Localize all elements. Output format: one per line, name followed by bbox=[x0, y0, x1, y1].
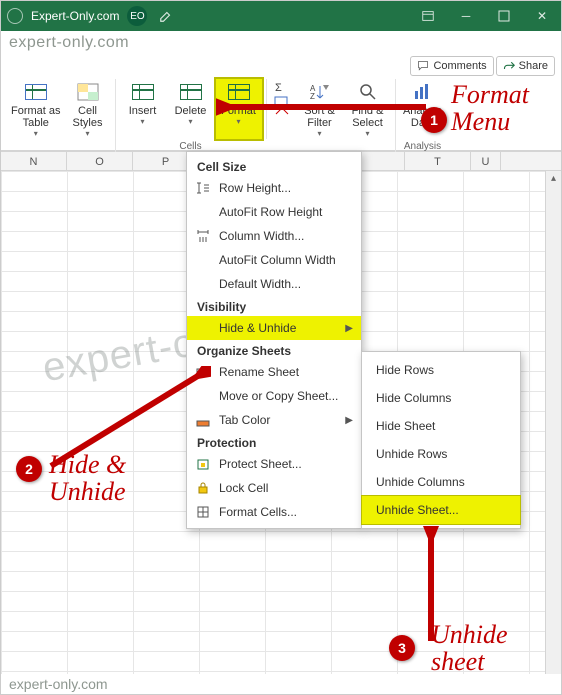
annotation-format-menu: Format Menu bbox=[451, 81, 529, 136]
col-header[interactable]: U bbox=[471, 152, 501, 170]
tab-color-icon bbox=[195, 412, 211, 428]
menu-item-tab-color[interactable]: Tab Color ▶ bbox=[187, 408, 361, 432]
comments-button[interactable]: Comments bbox=[410, 56, 493, 76]
delete-button[interactable]: Delete ▾ bbox=[168, 79, 214, 139]
scroll-up-icon[interactable]: ▴ bbox=[546, 171, 561, 187]
menu-item-column-width[interactable]: Column Width... bbox=[187, 224, 361, 248]
annotation-hide-unhide: Hide & Unhide bbox=[49, 451, 126, 506]
chevron-down-icon: ▾ bbox=[189, 118, 193, 127]
format-cells-icon bbox=[195, 504, 211, 520]
column-width-icon bbox=[195, 228, 211, 244]
vertical-scrollbar[interactable]: ▴ bbox=[545, 171, 561, 674]
titlebar: Expert-Only.com EO ─ ✕ bbox=[1, 1, 561, 31]
format-as-table-button[interactable]: Format as Table ▾ bbox=[9, 79, 63, 139]
annotation-number-2: 2 bbox=[16, 456, 42, 482]
editing-mini-buttons[interactable]: Σ bbox=[271, 79, 295, 139]
menu-section-organize: Organize Sheets bbox=[187, 340, 361, 360]
header-watermark: expert-only.com bbox=[1, 31, 561, 55]
menu-section-protection: Protection bbox=[187, 432, 361, 452]
menu-item-default-width[interactable]: Default Width... bbox=[187, 272, 361, 296]
comments-label: Comments bbox=[433, 60, 486, 72]
window-title: Expert-Only.com bbox=[31, 9, 119, 23]
svg-text:Σ: Σ bbox=[275, 82, 282, 94]
menu-section-visibility: Visibility bbox=[187, 296, 361, 316]
protect-icon bbox=[195, 456, 211, 472]
table-icon bbox=[25, 81, 47, 103]
group-label-analysis: Analysis bbox=[404, 141, 441, 152]
annotation-number-3: 3 bbox=[389, 635, 415, 661]
submenu-unhide-columns[interactable]: Unhide Columns bbox=[362, 468, 520, 496]
submenu-hide-rows[interactable]: Hide Rows bbox=[362, 356, 520, 384]
lock-icon bbox=[195, 480, 211, 496]
col-header[interactable]: N bbox=[1, 152, 67, 170]
menu-section-cell-size: Cell Size bbox=[187, 156, 361, 176]
share-button[interactable]: Share bbox=[496, 56, 555, 76]
submenu-hide-sheet[interactable]: Hide Sheet bbox=[362, 412, 520, 440]
menu-item-autofit-row[interactable]: AutoFit Row Height bbox=[187, 200, 361, 224]
sort-filter-button[interactable]: AZ Sort & Filter ▾ bbox=[297, 79, 343, 139]
maximize-button[interactable] bbox=[485, 1, 523, 31]
find-select-button[interactable]: Find & Select ▾ bbox=[345, 79, 391, 139]
minimize-button[interactable]: ─ bbox=[447, 1, 485, 31]
chevron-down-icon: ▾ bbox=[34, 130, 38, 139]
autosave-icon[interactable] bbox=[7, 8, 23, 24]
close-button[interactable]: ✕ bbox=[523, 1, 561, 31]
insert-button[interactable]: Insert ▾ bbox=[120, 79, 166, 139]
format-button[interactable]: Format ▾ bbox=[216, 79, 262, 139]
chevron-down-icon: ▾ bbox=[318, 130, 322, 139]
annotation-number-1: 1 bbox=[421, 107, 447, 133]
share-label: Share bbox=[519, 60, 548, 72]
submenu-arrow-icon: ▶ bbox=[345, 323, 353, 334]
menu-item-row-height[interactable]: Row Height... bbox=[187, 176, 361, 200]
sort-filter-icon: AZ bbox=[309, 81, 331, 103]
rename-icon bbox=[195, 364, 211, 380]
submenu-hide-columns[interactable]: Hide Columns bbox=[362, 384, 520, 412]
footer-watermark: expert-only.com bbox=[9, 676, 108, 692]
format-menu: Cell Size Row Height... AutoFit Row Heig… bbox=[186, 151, 362, 529]
format-cells-icon bbox=[228, 81, 250, 103]
user-avatar[interactable]: EO bbox=[127, 6, 147, 26]
delete-cells-icon bbox=[180, 81, 202, 103]
chevron-down-icon: ▾ bbox=[366, 130, 370, 139]
ribbon-mode-icon[interactable] bbox=[409, 1, 447, 31]
submenu-unhide-sheet[interactable]: Unhide Sheet... bbox=[362, 496, 520, 524]
pen-icon[interactable] bbox=[147, 1, 185, 31]
menu-item-move-copy[interactable]: Move or Copy Sheet... bbox=[187, 384, 361, 408]
cell-styles-icon bbox=[77, 81, 99, 103]
row-height-icon bbox=[195, 180, 211, 196]
svg-text:Z: Z bbox=[310, 92, 315, 101]
submenu-unhide-rows[interactable]: Unhide Rows bbox=[362, 440, 520, 468]
menu-item-lock-cell[interactable]: Lock Cell bbox=[187, 476, 361, 500]
menu-item-format-cells[interactable]: Format Cells... bbox=[187, 500, 361, 524]
menu-item-rename-sheet[interactable]: Rename Sheet bbox=[187, 360, 361, 384]
submenu-arrow-icon: ▶ bbox=[345, 415, 353, 426]
chevron-down-icon: ▾ bbox=[141, 118, 145, 127]
chevron-down-icon: ▾ bbox=[237, 118, 241, 127]
search-icon bbox=[357, 81, 379, 103]
annotation-unhide-sheet: Unhide sheet bbox=[431, 621, 508, 676]
cell-styles-button[interactable]: Cell Styles ▾ bbox=[65, 79, 111, 139]
menu-item-autofit-column[interactable]: AutoFit Column Width bbox=[187, 248, 361, 272]
chevron-down-icon: ▾ bbox=[86, 130, 90, 139]
analyze-icon bbox=[412, 81, 434, 103]
menu-item-hide-unhide[interactable]: Hide & Unhide ▶ bbox=[187, 316, 361, 340]
menu-item-protect-sheet[interactable]: Protect Sheet... bbox=[187, 452, 361, 476]
col-header[interactable]: O bbox=[67, 152, 133, 170]
insert-cells-icon bbox=[132, 81, 154, 103]
hide-unhide-submenu: Hide Rows Hide Columns Hide Sheet Unhide… bbox=[361, 351, 521, 529]
col-header[interactable]: T bbox=[405, 152, 471, 170]
